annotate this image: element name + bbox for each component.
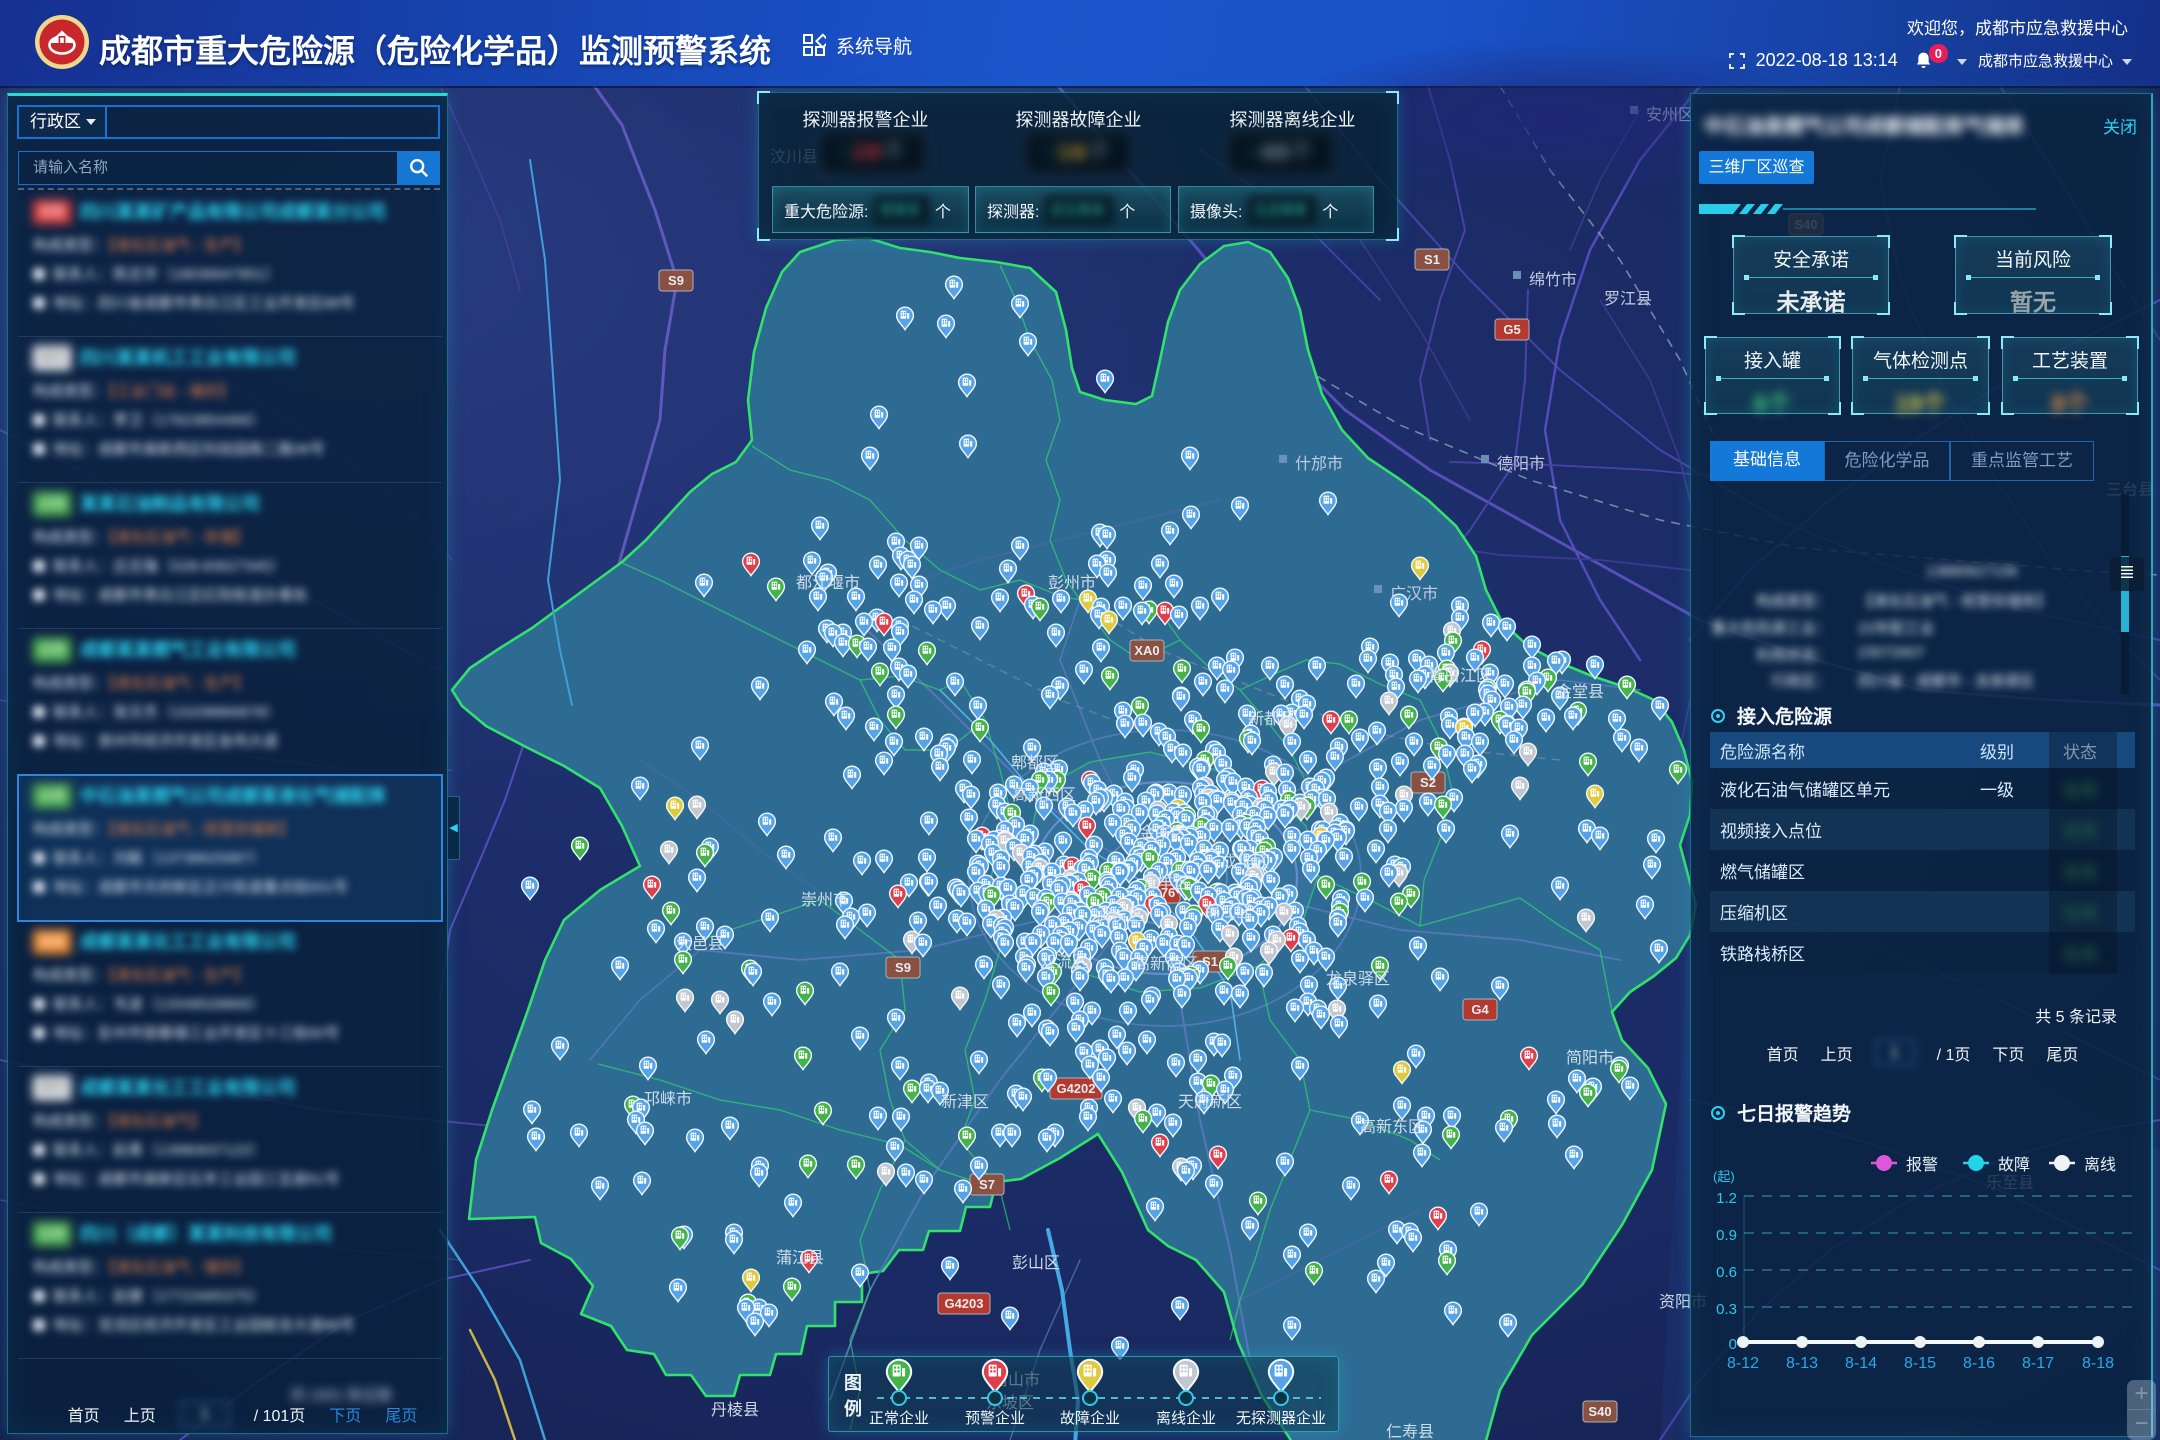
svg-text:新津区: 新津区 xyxy=(941,1093,989,1111)
svg-text:8-14: 8-14 xyxy=(1845,1355,1877,1372)
svg-text:离线: 离线 xyxy=(2084,1156,2116,1174)
svg-text:锦江区: 锦江区 xyxy=(1204,903,1252,921)
svg-text:G4203: G4203 xyxy=(944,1296,983,1311)
svg-text:彭山区: 彭山区 xyxy=(1012,1254,1060,1272)
svg-text:什邡市: 什邡市 xyxy=(1295,455,1343,473)
svg-text:金堂县: 金堂县 xyxy=(1556,683,1604,701)
svg-text:8-12: 8-12 xyxy=(1727,1355,1759,1372)
svg-text:大邑县: 大邑县 xyxy=(676,935,724,953)
svg-text:G4202: G4202 xyxy=(1056,1081,1095,1096)
svg-text:仁寿县: 仁寿县 xyxy=(1386,1423,1434,1440)
svg-text:故障: 故障 xyxy=(1998,1156,2030,1174)
svg-text:蒲江县: 蒲江县 xyxy=(776,1249,824,1267)
svg-text:邛崃市: 邛崃市 xyxy=(644,1090,692,1108)
svg-text:S40: S40 xyxy=(1588,1404,1611,1419)
svg-text:G4: G4 xyxy=(1471,1002,1489,1017)
svg-text:天府新区: 天府新区 xyxy=(1178,1093,1242,1111)
svg-text:崇州市: 崇州市 xyxy=(801,891,849,909)
svg-text:绵竹市: 绵竹市 xyxy=(1529,271,1577,289)
svg-text:彭州市: 彭州市 xyxy=(1048,574,1096,592)
svg-text:罗江县: 罗江县 xyxy=(1604,290,1652,308)
svg-text:S1: S1 xyxy=(1424,252,1440,267)
svg-text:双流区: 双流区 xyxy=(1040,953,1088,971)
svg-text:简阳市: 简阳市 xyxy=(1566,1049,1614,1067)
svg-text:丹棱县: 丹棱县 xyxy=(711,1401,759,1419)
svg-text:青羊区: 青羊区 xyxy=(1142,874,1190,892)
svg-text:青白江区: 青白江区 xyxy=(1428,667,1492,685)
svg-text:S9: S9 xyxy=(668,273,684,288)
svg-text:8-15: 8-15 xyxy=(1904,1355,1936,1372)
svg-text:8-17: 8-17 xyxy=(2022,1355,2054,1372)
svg-text:0.9: 0.9 xyxy=(1716,1227,1737,1244)
svg-text:武侯区: 武侯区 xyxy=(1096,906,1144,924)
svg-text:新都区: 新都区 xyxy=(1248,710,1296,728)
svg-text:金牛区: 金牛区 xyxy=(1139,824,1187,842)
svg-text:都江堰市: 都江堰市 xyxy=(796,574,860,592)
svg-text:0.3: 0.3 xyxy=(1716,1301,1737,1318)
svg-text:成华区: 成华区 xyxy=(1221,853,1269,871)
svg-text:8-16: 8-16 xyxy=(1963,1355,1995,1372)
svg-text:0.6: 0.6 xyxy=(1716,1264,1737,1281)
svg-text:G5: G5 xyxy=(1503,322,1520,337)
svg-text:高新西区: 高新西区 xyxy=(1012,786,1076,804)
svg-text:XA0: XA0 xyxy=(1134,643,1159,658)
svg-text:8-18: 8-18 xyxy=(2082,1355,2114,1372)
svg-text:0: 0 xyxy=(1729,1336,1737,1353)
svg-text:S9: S9 xyxy=(895,960,911,975)
svg-text:高新南区: 高新南区 xyxy=(1134,955,1198,973)
svg-text:广汉市: 广汉市 xyxy=(1390,585,1438,603)
svg-text:龙泉驿区: 龙泉驿区 xyxy=(1326,970,1390,988)
svg-text:(起): (起) xyxy=(1713,1169,1735,1184)
svg-text:8-13: 8-13 xyxy=(1786,1355,1818,1372)
svg-text:报警: 报警 xyxy=(1906,1156,1938,1174)
svg-text:德阳市: 德阳市 xyxy=(1497,455,1545,473)
svg-text:郫都区: 郫都区 xyxy=(1011,754,1059,772)
svg-text:S7: S7 xyxy=(979,1177,995,1192)
svg-text:高新东区: 高新东区 xyxy=(1360,1118,1424,1136)
svg-text:1.2: 1.2 xyxy=(1716,1190,1737,1207)
